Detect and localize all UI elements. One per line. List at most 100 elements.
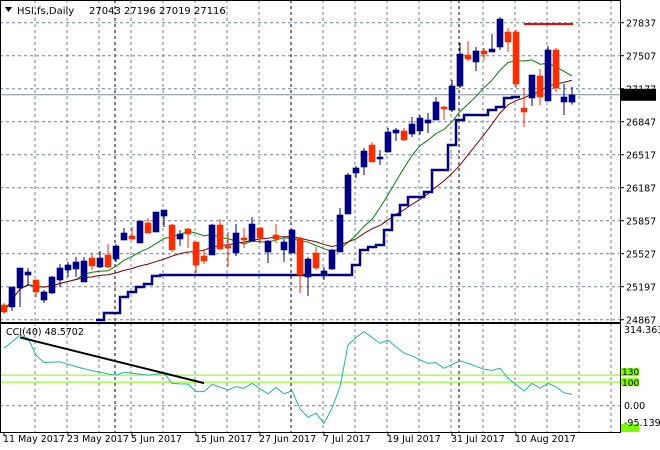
candle [424, 113, 432, 133]
ohlc-readout: 27043 27196 27019 27116 [89, 6, 226, 17]
candle-body [336, 214, 344, 253]
candle [544, 46, 552, 102]
candle [504, 28, 512, 52]
cci-trendline [19, 336, 205, 385]
candle [152, 211, 160, 233]
price-tick-label: 25527 [626, 250, 656, 261]
candle-body [216, 224, 224, 250]
candle-body [560, 96, 568, 103]
candle-body [232, 232, 240, 254]
time-label: 5 Jun 2017 [131, 434, 182, 445]
candle-body [208, 224, 216, 256]
candle [184, 228, 192, 248]
price-tick-label: 27507 [626, 52, 656, 63]
candle-body [280, 241, 288, 251]
candle-body [528, 74, 536, 99]
candle-body [368, 144, 376, 163]
candle-body [376, 156, 384, 160]
candle-body [184, 228, 192, 235]
candle [48, 276, 56, 294]
candle [16, 267, 24, 307]
candle-body [456, 53, 464, 87]
candle-body [56, 267, 64, 281]
candle-body [344, 174, 352, 215]
candle [32, 279, 40, 297]
candle [472, 47, 480, 71]
candle-body [440, 106, 448, 110]
candle-body [568, 94, 576, 103]
candle-body [296, 237, 304, 276]
candle [8, 286, 16, 311]
time-label: 19 Jul 2017 [387, 434, 441, 445]
candle [528, 74, 536, 106]
candle [336, 208, 344, 253]
candle-body [120, 232, 128, 241]
candle-body [248, 223, 256, 242]
candle [176, 230, 184, 246]
candle-body [168, 224, 176, 251]
candle-body [96, 257, 104, 268]
candle-body [536, 75, 544, 98]
candle-body [224, 245, 232, 249]
candle [568, 86, 576, 105]
candle [0, 303, 8, 314]
candle [320, 267, 328, 280]
candle [264, 240, 272, 263]
price-tick-label: 27837 [626, 19, 656, 30]
candle-body [360, 150, 368, 168]
candle-body [544, 49, 552, 102]
candle [440, 106, 448, 120]
candle [312, 247, 320, 270]
candle [112, 244, 120, 262]
candle-body [16, 267, 24, 289]
candle [232, 224, 240, 256]
candle [104, 244, 112, 268]
candle-body [264, 240, 272, 253]
candle-body [384, 131, 392, 153]
cci-axis-label: -95.1391 [624, 418, 660, 429]
cci-label: CCI(40) 48.5702 [6, 327, 84, 338]
price-tick-label: 25857 [626, 217, 656, 228]
candle-body [8, 286, 16, 308]
cci-pane [0, 330, 620, 425]
candle [408, 117, 416, 137]
candle-body [520, 107, 528, 113]
candle-body [352, 167, 360, 174]
hsi-daily-chart: 2783727507271772684726517261872585725527… [0, 0, 660, 445]
candle-body [320, 270, 328, 276]
price-tick-label: 25197 [626, 283, 656, 294]
candle-body [160, 209, 168, 217]
cci-level-label: 100 [622, 379, 639, 389]
candle-body [392, 129, 400, 134]
candle-body [432, 101, 440, 121]
candle [160, 209, 168, 227]
candle-body [152, 211, 160, 233]
candle-body [200, 255, 208, 262]
candle [56, 264, 64, 287]
candle-body [80, 260, 88, 283]
candle [208, 224, 216, 256]
candle-body [504, 31, 512, 43]
candle-body [72, 261, 80, 270]
candle [488, 34, 496, 53]
time-label: 27 Jun 2017 [259, 434, 316, 445]
candle [328, 249, 336, 270]
candle [376, 150, 384, 165]
candle [352, 166, 360, 178]
price-tick-label: 26517 [626, 151, 656, 162]
candle-body [288, 229, 296, 254]
price-tick-label: 26187 [626, 184, 656, 195]
price-pane [0, 17, 620, 322]
candle [384, 128, 392, 153]
candle [192, 241, 200, 273]
cci-axis-label: 0.00 [624, 401, 645, 412]
candle [72, 257, 80, 277]
candle [304, 257, 312, 296]
candle [464, 41, 472, 61]
candle [168, 224, 176, 252]
time-label: 15 Jun 2017 [195, 434, 252, 445]
candle [296, 237, 304, 293]
collapse-triangle-icon[interactable] [5, 7, 12, 12]
candle [400, 128, 408, 141]
candle-body [408, 123, 416, 135]
